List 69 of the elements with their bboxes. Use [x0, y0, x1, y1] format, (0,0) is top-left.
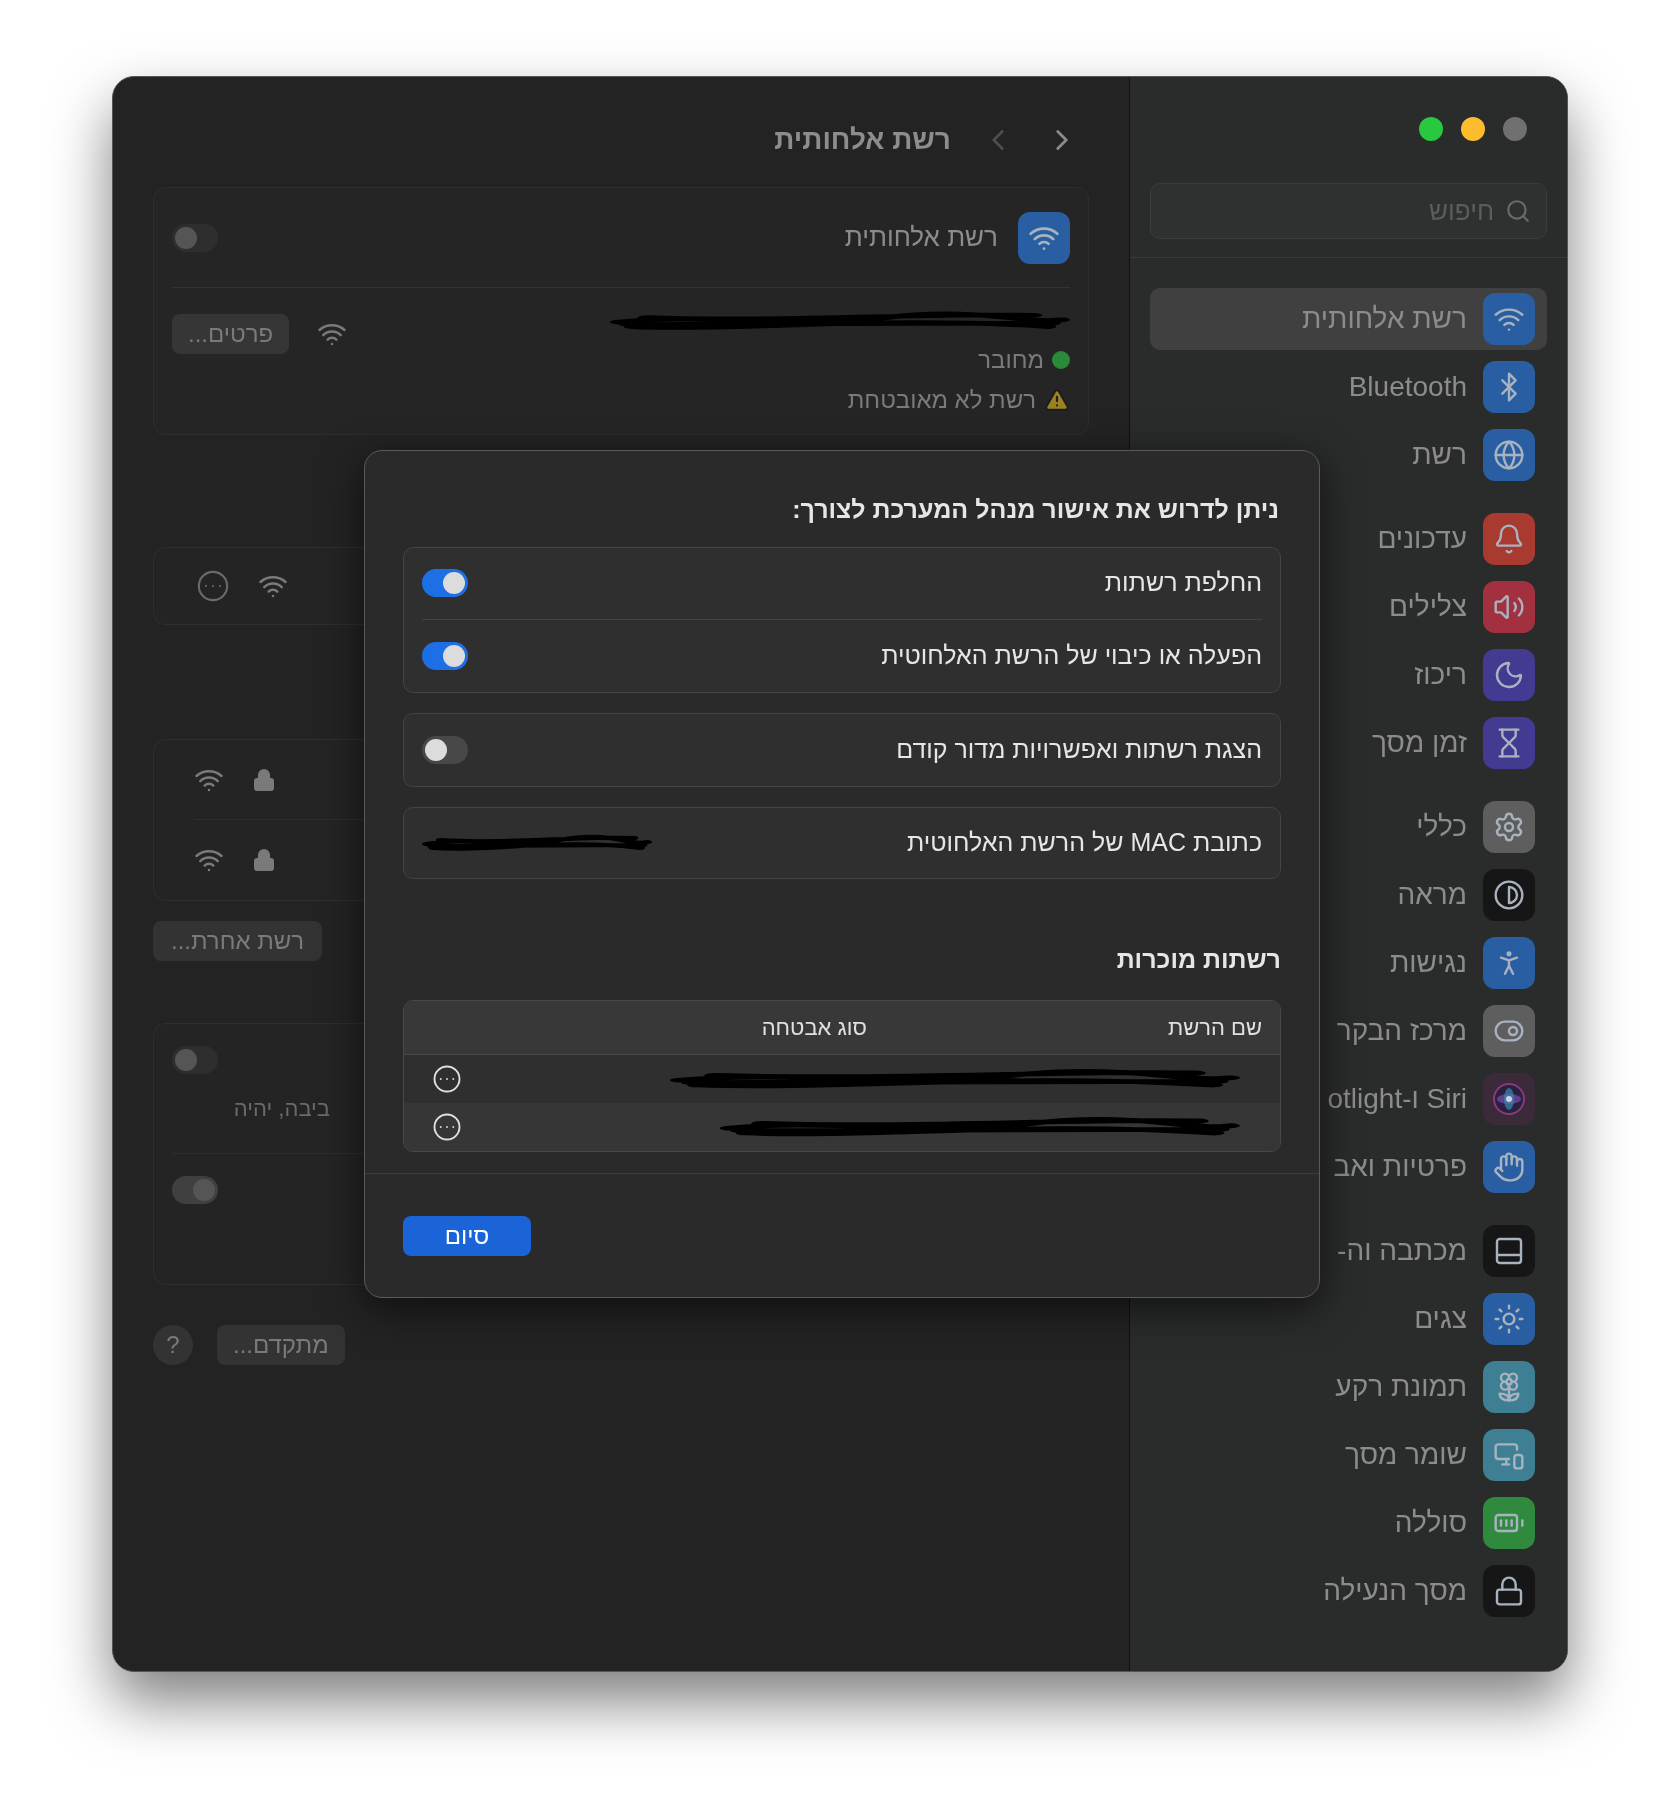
sidebar-label: מסך הנעילה [1323, 1574, 1467, 1608]
mac-label: כתובת MAC של הרשת האלחוטית [907, 826, 1262, 858]
option-label: הפעלה או כיבוי של הרשת האלחוטית [881, 639, 1262, 671]
sidebar-label: זמן מסך [1371, 726, 1467, 760]
sidebar-label: מרכז הבקר [1336, 1014, 1467, 1048]
sidebar-label: צלילים [1389, 590, 1467, 624]
moon-icon [1493, 659, 1525, 691]
done-button[interactable]: סיום [403, 1215, 531, 1256]
toggle-switch[interactable] [172, 1046, 218, 1074]
setting-description: ביבה, יהיה [233, 1095, 330, 1123]
sidebar-label: רשת [1412, 438, 1467, 472]
sidebar-label: Siri ו-otlight [1327, 1082, 1467, 1116]
column-header: סוג אבטחה [761, 1014, 867, 1042]
sidebar-item[interactable]: צגים [1150, 1288, 1547, 1350]
warning-icon [1044, 387, 1070, 413]
sidebar-label: מראה [1397, 878, 1467, 912]
contrast-icon [1493, 879, 1525, 911]
sidebar-label: סוללה [1394, 1506, 1467, 1540]
sidebar-label: פרטיות ואב [1333, 1150, 1467, 1184]
lock-icon [1493, 1575, 1525, 1607]
sidebar-label: כללי [1416, 810, 1467, 844]
column-header: שם הרשת [1166, 1014, 1262, 1042]
dock-icon [1493, 1235, 1525, 1267]
toggle-switch[interactable] [422, 569, 468, 597]
gear-icon [1493, 811, 1525, 843]
sidebar-label: נגישות [1389, 946, 1467, 980]
globe-icon [1493, 439, 1525, 471]
wifi-label: רשת אלחותית [844, 221, 998, 254]
toggle-switch[interactable] [422, 641, 468, 670]
sidebar-item[interactable]: Bluetooth [1150, 356, 1547, 418]
sidebar-item[interactable]: תמונת רקע [1150, 1356, 1547, 1418]
search-icon [1505, 198, 1531, 224]
option-label: החלפת רשתות [1104, 567, 1262, 599]
option-label: הצגת רשתות ואפשרויות מדור קודם [896, 733, 1262, 765]
sidebar-item[interactable]: מראה [1150, 864, 1547, 926]
toggle-switch[interactable] [172, 1176, 218, 1204]
advanced-button[interactable]: מתקדם... [217, 1325, 345, 1365]
sidebar-label: עדכונים [1377, 522, 1467, 556]
toggle-switch[interactable] [422, 735, 468, 764]
sidebar-label: שומר מסך [1345, 1438, 1467, 1472]
sidebar-item[interactable]: סוללה [1150, 1492, 1547, 1554]
sidebar-label: Bluetooth [1348, 370, 1467, 404]
hand-icon [1493, 1151, 1525, 1183]
orb-icon [1492, 1082, 1526, 1116]
help-button[interactable]: ? [153, 1325, 193, 1365]
section-title: רשתות מוכרות [1115, 943, 1281, 975]
details-button[interactable]: פרטים... [172, 314, 290, 354]
security-warning: רשת לא מאובטחת [847, 385, 1036, 415]
bell-icon [1493, 523, 1525, 555]
sidebar-item[interactable]: רשת [1150, 424, 1547, 486]
sidebar-item[interactable]: מסך הנעילה [1150, 1560, 1547, 1622]
sidebar-item[interactable]: רשת אלחותית [1150, 288, 1547, 350]
sidebar-item[interactable]: פרטיות ואב [1150, 1136, 1547, 1198]
sun-icon [1493, 1303, 1525, 1335]
sidebar-item[interactable]: Siri ו-otlight [1150, 1068, 1547, 1130]
page-title: רשת אלחותית [774, 123, 951, 157]
sidebar-label: רשת אלחותית [1302, 302, 1467, 336]
sidebar-label: מכתבה וה- [1337, 1234, 1467, 1268]
sidebar-item[interactable]: מכתבה וה- [1150, 1220, 1547, 1282]
sidebar-label: תמונת רקע [1335, 1370, 1467, 1404]
connection-status: מחובר [978, 345, 1044, 375]
sidebar-label: ריכוז [1414, 658, 1467, 692]
lock-icon [252, 767, 276, 792]
wifi-toggle[interactable] [172, 223, 218, 252]
sidebar-label: צגים [1414, 1302, 1467, 1336]
lock-icon [252, 848, 276, 872]
dialog-heading: ניתן לדרוש את אישור מנהל המערכת לצורך: [791, 494, 1280, 525]
sidebar-item[interactable]: שומר מסך [1150, 1424, 1547, 1486]
other-network-button[interactable]: רשת אחרת... [153, 921, 323, 961]
